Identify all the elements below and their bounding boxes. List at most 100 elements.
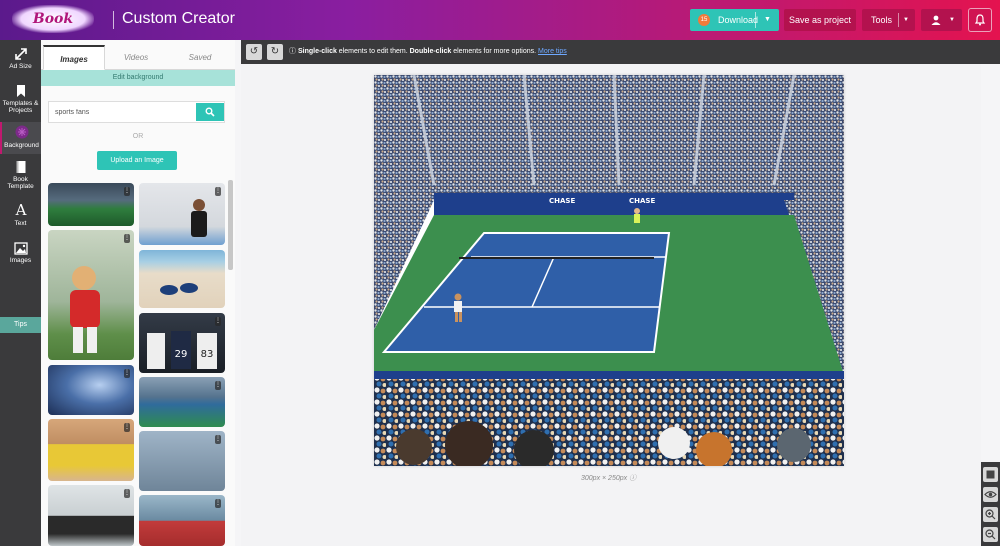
image-thumbnail[interactable]: ⋮ bbox=[139, 495, 225, 546]
more-options-icon[interactable]: ⋮ bbox=[215, 317, 221, 326]
more-options-icon[interactable]: ⋮ bbox=[215, 435, 221, 444]
tools-button[interactable]: Tools ▼ bbox=[862, 9, 915, 31]
more-options-icon[interactable]: ⋮ bbox=[215, 499, 221, 508]
sidebar-item-label: Images bbox=[9, 257, 32, 264]
download-count-badge: 15 bbox=[698, 14, 710, 26]
sidebar-item-book-template[interactable]: Book Template bbox=[0, 158, 41, 196]
edit-background-bar[interactable]: Edit background bbox=[41, 70, 235, 86]
child-figure bbox=[70, 266, 100, 353]
book-icon bbox=[16, 161, 25, 173]
design-canvas[interactable]: CHASE CHASE bbox=[374, 74, 844, 470]
svg-text:29: 29 bbox=[175, 349, 188, 360]
tab-images[interactable]: Images bbox=[43, 45, 105, 70]
logo[interactable]: Book Brush bbox=[12, 5, 94, 55]
eye-icon bbox=[984, 491, 997, 498]
zoom-out-icon bbox=[985, 529, 996, 540]
sidebar-item-images[interactable]: Images bbox=[0, 240, 41, 274]
redo-button[interactable]: ↻ bbox=[267, 44, 283, 60]
resize-icon bbox=[14, 48, 27, 60]
search-icon bbox=[205, 107, 215, 117]
download-button[interactable]: 15 Download ▼ bbox=[690, 9, 779, 31]
zoom-toolbar bbox=[981, 462, 1000, 546]
image-thumbnail[interactable]: ⋮ bbox=[139, 377, 225, 427]
image-thumbnail[interactable] bbox=[139, 250, 225, 308]
undo-icon: ↺ bbox=[249, 46, 259, 57]
background-image[interactable]: CHASE CHASE bbox=[374, 74, 844, 470]
tools-label: Tools bbox=[871, 15, 893, 25]
preview-button[interactable] bbox=[983, 487, 998, 502]
chevron-down-icon: ▼ bbox=[903, 17, 909, 23]
image-thumbnail[interactable]: ⋮ bbox=[48, 365, 134, 415]
more-options-icon[interactable]: ⋮ bbox=[124, 369, 130, 378]
hint-single-click: Single-click bbox=[297, 48, 337, 55]
scrollbar-thumb[interactable] bbox=[228, 180, 233, 270]
save-project-button[interactable]: Save as project bbox=[784, 9, 856, 31]
app-title: Custom Creator bbox=[122, 10, 235, 27]
panel-scrollbar[interactable] bbox=[228, 180, 233, 546]
or-separator: OR bbox=[132, 133, 144, 140]
tab-videos[interactable]: Videos bbox=[105, 45, 167, 70]
image-thumbnail[interactable]: ⋮ bbox=[48, 183, 134, 226]
sidebar-item-text[interactable]: A Text bbox=[0, 202, 41, 234]
image-thumbnail[interactable]: 29 83 ⋮ bbox=[139, 313, 225, 373]
sidebar-item-ad-size[interactable]: Ad Size bbox=[0, 44, 41, 78]
canvas-toolbar: ↺ ↻ ⓘ Single-click elements to edit them… bbox=[241, 40, 1000, 64]
svg-text:83: 83 bbox=[201, 349, 214, 360]
sidebar-item-label: Ad Size bbox=[9, 63, 32, 70]
umpire-figure bbox=[191, 199, 207, 237]
title-divider bbox=[113, 11, 114, 29]
download-label: Download bbox=[718, 15, 759, 25]
notifications-button[interactable] bbox=[968, 8, 992, 32]
tips-button[interactable]: Tips bbox=[0, 317, 41, 333]
search-button[interactable] bbox=[196, 103, 224, 121]
asset-panel: Images Videos Saved Edit background OR U… bbox=[41, 40, 235, 546]
tools-divider bbox=[898, 13, 899, 27]
sidebar-item-label: Templates & Projects bbox=[2, 100, 39, 114]
bookmark-icon bbox=[16, 85, 25, 97]
zoom-out-button[interactable] bbox=[983, 527, 998, 542]
background-icon bbox=[15, 125, 28, 139]
image-thumbnail[interactable]: ⋮ bbox=[48, 485, 134, 546]
info-icon: ⓘ bbox=[289, 48, 296, 55]
sidebar-item-background[interactable]: Background bbox=[0, 122, 41, 154]
svg-text:CHASE: CHASE bbox=[629, 197, 655, 205]
more-options-icon[interactable]: ⋮ bbox=[215, 187, 221, 196]
upload-image-button[interactable]: Upload an Image bbox=[97, 151, 177, 170]
image-thumbnail[interactable]: ⋮ bbox=[139, 183, 225, 245]
sidebar-item-label: Background bbox=[4, 142, 39, 149]
square-icon bbox=[986, 470, 995, 479]
info-icon[interactable]: ⓘ bbox=[629, 475, 636, 482]
more-options-icon[interactable]: ⋮ bbox=[124, 187, 130, 196]
canvas-dimensions: 300px × 250px ⓘ bbox=[581, 473, 636, 483]
svg-text:A: A bbox=[14, 202, 26, 218]
more-options-icon[interactable]: ⋮ bbox=[215, 381, 221, 390]
image-thumbnail[interactable]: ⋮ bbox=[48, 230, 134, 360]
tool-sidebar: Ad Size Templates & Projects Background … bbox=[0, 40, 41, 546]
sidebar-item-templates[interactable]: Templates & Projects bbox=[0, 82, 41, 120]
hint-double-click: Double-click bbox=[409, 48, 452, 55]
undo-button[interactable]: ↺ bbox=[246, 44, 262, 60]
image-thumbnail[interactable]: ⋮ bbox=[48, 419, 134, 481]
text-icon: A bbox=[14, 202, 26, 218]
redo-icon: ↻ bbox=[270, 46, 280, 57]
search-input[interactable] bbox=[49, 102, 196, 122]
image-thumbnail[interactable]: ⋮ bbox=[139, 431, 225, 491]
bell-icon bbox=[974, 14, 986, 26]
more-options-icon[interactable]: ⋮ bbox=[124, 489, 130, 498]
fit-canvas-button[interactable] bbox=[983, 467, 998, 482]
chevron-down-icon[interactable]: ▼ bbox=[764, 9, 771, 31]
more-options-icon[interactable]: ⋮ bbox=[124, 423, 130, 432]
tab-saved[interactable]: Saved bbox=[169, 45, 231, 70]
search-box bbox=[48, 101, 225, 123]
sandals-figure bbox=[160, 283, 198, 295]
user-menu-button[interactable]: ▼ bbox=[921, 9, 962, 31]
football-players: 29 83 bbox=[147, 331, 217, 369]
canvas-area: CHASE CHASE 300px × 250px ⓘ bbox=[241, 64, 981, 546]
chevron-down-icon: ▼ bbox=[949, 17, 955, 23]
more-options-icon[interactable]: ⋮ bbox=[124, 234, 130, 243]
more-tips-link[interactable]: More tips bbox=[538, 48, 567, 55]
svg-text:CHASE: CHASE bbox=[549, 197, 575, 205]
image-icon bbox=[13, 242, 28, 255]
zoom-in-button[interactable] bbox=[983, 507, 998, 522]
panel-tabs: Images Videos Saved bbox=[41, 45, 235, 70]
